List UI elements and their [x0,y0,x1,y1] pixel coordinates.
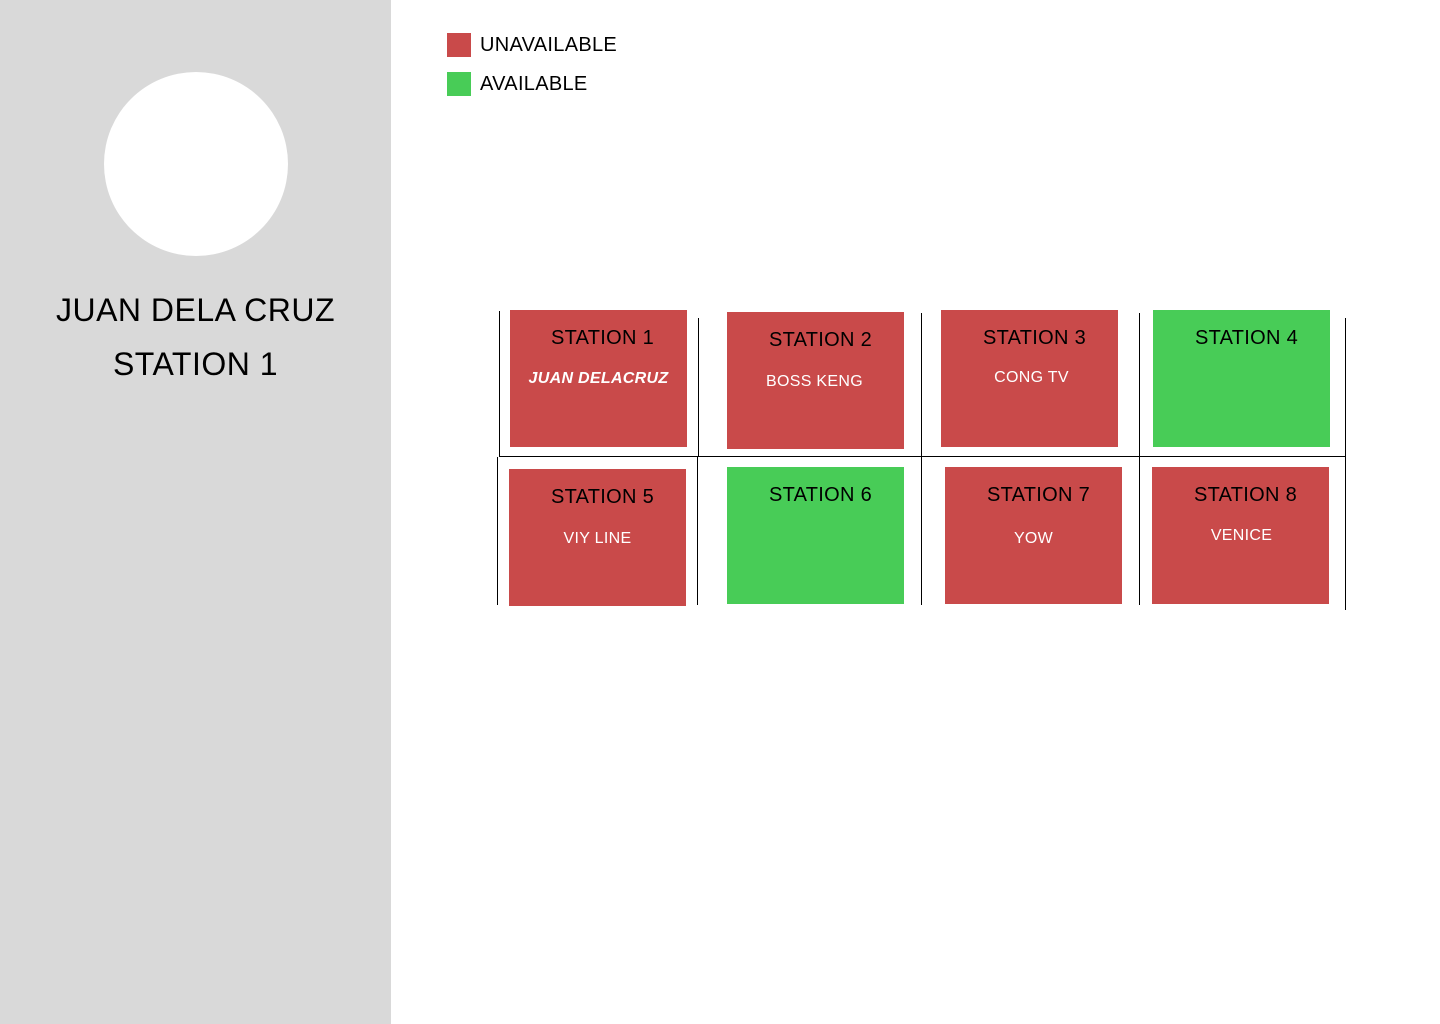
station-occupant: VENICE [1210,527,1273,544]
legend-label-available: AVAILABLE [480,73,588,95]
grid-divider [921,457,922,605]
station-card-6[interactable]: STATION 6 [727,467,904,604]
station-occupant: BOSS KENG [766,373,863,390]
legend-swatch-available [447,72,471,96]
grid-divider [698,318,699,456]
user-station: STATION 1 [112,346,279,382]
grid-divider [1345,318,1346,456]
station-title: STATION 7 [986,484,1091,506]
station-card-7[interactable]: STATION 7 YOW [945,467,1122,604]
grid-divider [697,457,698,605]
station-occupant: VIY LINE [563,530,632,547]
station-title: STATION 8 [1193,484,1298,506]
station-card-5[interactable]: STATION 5 VIY LINE [509,469,686,606]
station-title: STATION 4 [1194,327,1299,349]
grid-divider [497,457,498,605]
station-card-3[interactable]: STATION 3 CONG TV [941,310,1118,447]
station-title: STATION 5 [550,486,655,508]
grid-divider [1139,313,1140,456]
station-title: STATION 1 [550,327,655,349]
station-card-4[interactable]: STATION 4 [1153,310,1330,447]
station-title: STATION 6 [768,484,873,506]
station-occupant: CONG TV [994,369,1069,386]
station-occupant: YOW [1013,530,1054,547]
legend-label-unavailable: UNAVAILABLE [480,34,618,56]
grid-divider [1139,457,1140,605]
station-occupant: JUAN DELACRUZ [528,370,669,387]
avatar[interactable] [104,72,288,256]
station-card-8[interactable]: STATION 8 VENICE [1152,467,1329,604]
grid-divider [921,313,922,456]
profile-sidebar: JUAN DELA CRUZ STATION 1 [0,0,391,1024]
grid-divider [1345,457,1346,610]
station-title: STATION 3 [982,327,1087,349]
user-name: JUAN DELA CRUZ [55,292,336,328]
grid-divider [499,311,500,456]
grid-divider [499,456,1346,457]
station-card-2[interactable]: STATION 2 BOSS KENG [727,312,904,449]
station-title: STATION 2 [768,329,873,351]
legend-swatch-unavailable [447,33,471,57]
station-card-1[interactable]: STATION 1 JUAN DELACRUZ [510,310,687,447]
